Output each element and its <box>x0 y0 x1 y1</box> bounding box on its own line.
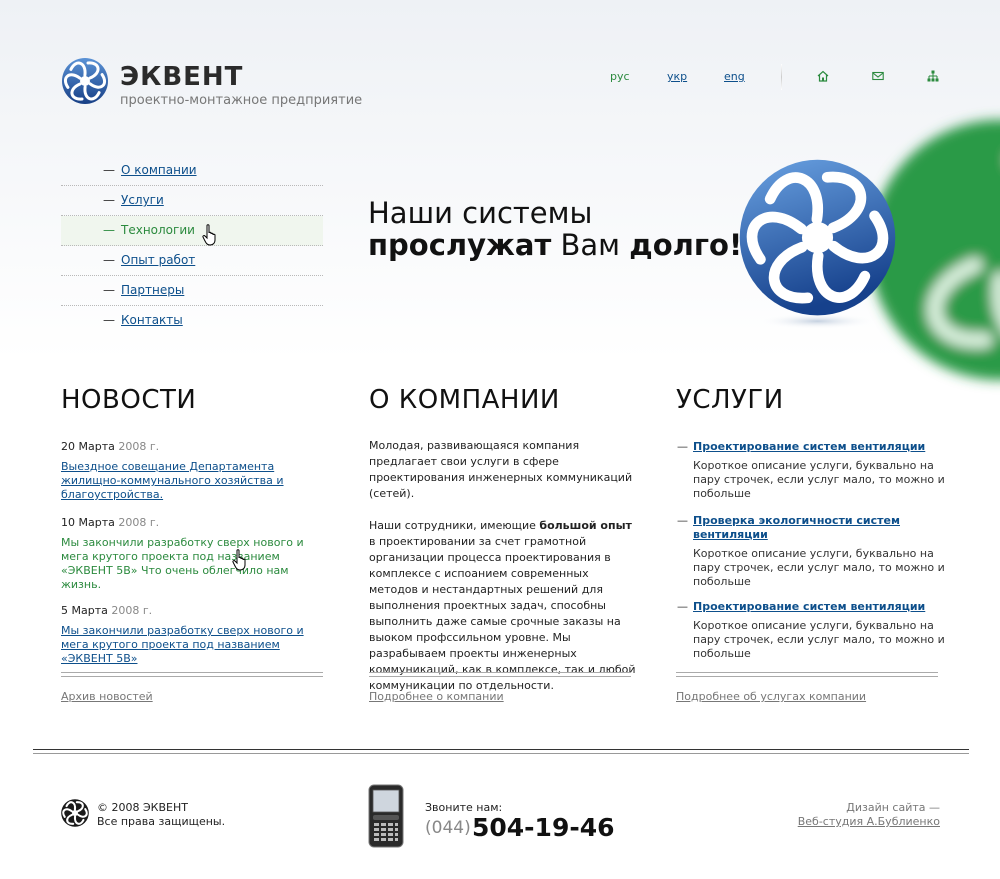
news-archive-link[interactable]: Архив новостей <box>61 690 153 703</box>
lang-en[interactable]: eng <box>724 70 745 83</box>
service-item: — Проектирование систем вентиляции Коротк… <box>677 440 947 501</box>
services-divider <box>676 672 938 677</box>
slogan-mid: Вам <box>551 228 630 262</box>
about-paragraph-1: Молодая, развивающаяся компания предлага… <box>369 439 633 500</box>
news-year: 2008 г. <box>118 440 160 453</box>
news-title: НОВОСТИ <box>61 385 197 415</box>
sitemap-icon[interactable] <box>927 70 939 82</box>
menu-item-experience[interactable]: — Опыт работ <box>61 246 323 276</box>
menu-dash: — <box>103 163 115 177</box>
menu-dash: — <box>103 223 115 237</box>
news-day: 20 Марта <box>61 440 115 453</box>
about-p2-bold: большой опыт <box>539 519 632 532</box>
news-year: 2008 г. <box>111 604 153 617</box>
slogan-bold-2: долго! <box>629 228 743 262</box>
menu-dash: — <box>103 283 115 297</box>
service-title-link[interactable]: — Проверка экологичности систем вентиляци… <box>677 514 947 542</box>
header-separator <box>781 64 782 90</box>
design-label: Дизайн сайта — <box>846 801 940 814</box>
footer-logo-icon[interactable] <box>60 798 90 828</box>
service-description: Короткое описание услуги, буквально на п… <box>693 547 945 588</box>
menu-dash: — <box>103 193 115 207</box>
phone-code: (044) <box>425 818 471 838</box>
slogan: Наши системы прослужат Вам долго! <box>368 197 742 261</box>
menu-item-services[interactable]: — Услуги <box>61 186 323 216</box>
service-title-text[interactable]: Проектирование систем вентиляции <box>693 440 925 453</box>
service-description: Короткое описание услуги, буквально на п… <box>693 619 945 660</box>
menu-item-contacts[interactable]: — Контакты <box>61 306 323 335</box>
brand-name[interactable]: ЭКВЕНТ <box>120 62 243 92</box>
service-title-text[interactable]: Проверка экологичности систем вентиляции <box>693 514 900 541</box>
service-dash: — <box>677 440 688 453</box>
news-divider <box>61 672 323 677</box>
hand-cursor-icon <box>232 549 246 571</box>
lang-uk[interactable]: укр <box>667 70 687 83</box>
home-icon[interactable] <box>817 70 829 82</box>
menu-item-technologies[interactable]: — Технологии <box>61 216 323 246</box>
slogan-line-2: прослужат Вам долго! <box>368 229 742 261</box>
hand-cursor-icon <box>202 224 216 246</box>
news-item-link[interactable]: Мы закончили разработку сверх нового и м… <box>61 536 321 592</box>
slogan-bold-1: прослужат <box>368 228 552 262</box>
phone-number[interactable]: 504-19-46 <box>472 813 615 842</box>
menu-dash: — <box>103 313 115 327</box>
about-paragraph-2: Наши сотрудники, имеющие большой опыт в … <box>369 518 639 694</box>
about-more-link[interactable]: Подробнее о компании <box>369 690 504 703</box>
main-menu: — О компании — Услуги — Технологии — Опыт ра… <box>61 156 323 335</box>
news-date: 10 Марта 2008 г. <box>61 516 159 529</box>
services-title: УСЛУГИ <box>676 385 784 415</box>
copyright-text: © 2008 ЭКВЕНТ <box>97 801 188 814</box>
design-credit: Дизайн сайта — Веб-студия А.Бублиенко <box>760 801 940 829</box>
service-dash: — <box>677 600 688 613</box>
news-day: 10 Марта <box>61 516 115 529</box>
service-title-link[interactable]: — Проектирование систем вентиляции <box>677 600 947 614</box>
slogan-line-1: Наши системы <box>368 196 593 230</box>
services-more-link[interactable]: Подробнее об услугах компании <box>676 690 866 703</box>
menu-item-label[interactable]: О компании <box>121 156 197 185</box>
service-title-text[interactable]: Проектирование систем вентиляции <box>693 600 925 613</box>
news-item-link[interactable]: Выездное совещание Департамента жилищно-… <box>61 460 321 502</box>
lang-ru[interactable]: рус <box>610 70 630 83</box>
news-item-link[interactable]: Мы закончили разработку сверх нового и м… <box>61 624 321 666</box>
service-dash: — <box>677 514 688 527</box>
rights-text: Все права защищены. <box>97 815 226 828</box>
service-title-link[interactable]: — Проектирование систем вентиляции <box>677 440 947 454</box>
service-description: Короткое описание услуги, буквально на п… <box>693 459 945 500</box>
mobile-phone-icon <box>368 784 404 848</box>
menu-dash: — <box>103 253 115 267</box>
footer-divider <box>33 749 969 754</box>
news-year: 2008 г. <box>118 516 160 529</box>
menu-item-label[interactable]: Услуги <box>121 186 164 215</box>
about-divider <box>369 672 631 677</box>
news-day: 5 Марта <box>61 604 108 617</box>
news-date: 5 Марта 2008 г. <box>61 604 152 617</box>
about-p2-before: Наши сотрудники, имеющие <box>369 519 540 532</box>
logo-icon[interactable] <box>60 56 110 106</box>
menu-item-label[interactable]: Технологии <box>121 216 195 245</box>
service-item: — Проверка экологичности систем вентиляци… <box>677 514 947 589</box>
footer-copyright: © 2008 ЭКВЕНТ Все права защищены. <box>97 801 225 829</box>
menu-item-label[interactable]: Опыт работ <box>121 246 195 275</box>
news-date: 20 Марта 2008 г. <box>61 440 159 453</box>
design-studio-link[interactable]: Веб-студия А.Бублиенко <box>798 815 940 828</box>
service-item: — Проектирование систем вентиляции Коротк… <box>677 600 947 661</box>
about-text: Молодая, развивающаяся компания предлага… <box>369 438 639 710</box>
about-p2-after: в проектировании за счет грамотной орган… <box>369 535 636 692</box>
brand-tagline: проектно-монтажное предприятие <box>120 93 363 108</box>
menu-item-label[interactable]: Контакты <box>121 306 183 335</box>
blue-flower-emblem <box>739 159 896 329</box>
mail-icon[interactable] <box>872 70 884 82</box>
menu-item-partners[interactable]: — Партнеры <box>61 276 323 306</box>
menu-item-label[interactable]: Партнеры <box>121 276 184 305</box>
menu-item-about[interactable]: — О компании <box>61 156 323 186</box>
about-title: О КОМПАНИИ <box>369 385 560 415</box>
